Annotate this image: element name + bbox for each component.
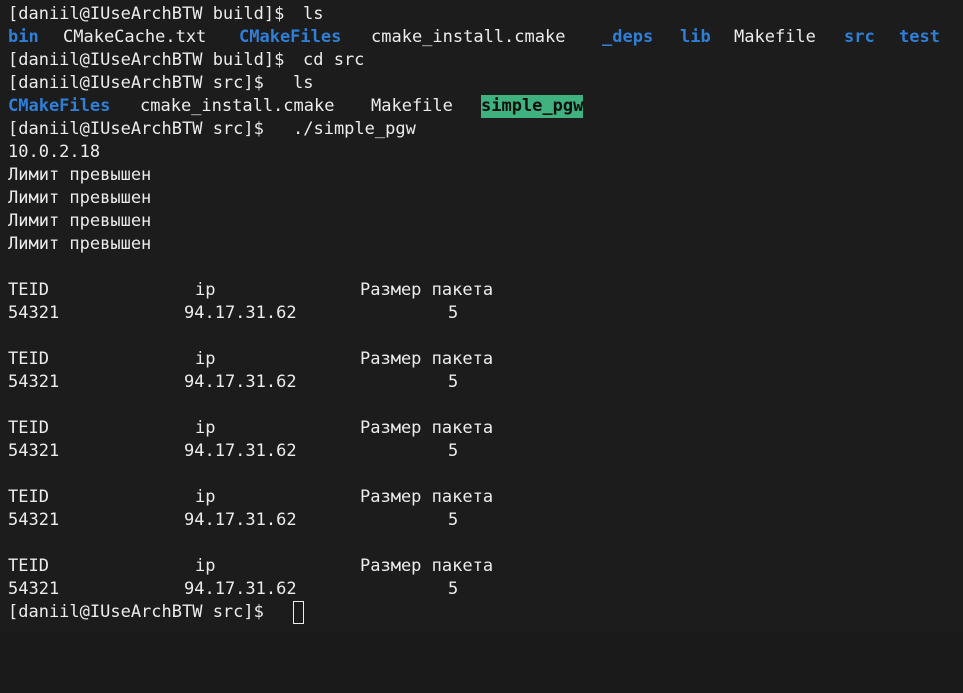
header-teid: TEID: [8, 487, 49, 507]
cell-ip: 94.17.31.62: [184, 579, 297, 599]
dir-entry: lib: [680, 27, 711, 47]
limit-message: Лимит превышен: [8, 234, 152, 254]
terminal-line: [daniil@IUseArchBTW build]$ ls: [8, 3, 963, 26]
cell-size: 5: [448, 441, 459, 461]
output-line: Лимит превышен: [8, 187, 963, 210]
header-ip: ip: [195, 487, 216, 507]
dir-entry: CMakeFiles: [239, 27, 342, 47]
cell-ip: 94.17.31.62: [184, 303, 297, 323]
header-teid: TEID: [8, 418, 49, 438]
header-size: Размер пакета: [360, 349, 494, 369]
cell-size: 5: [448, 510, 459, 530]
cell-teid: 54321: [8, 441, 60, 461]
file-entry: cmake_install.cmake: [140, 96, 335, 116]
cell-ip: 94.17.31.62: [184, 372, 297, 392]
text-cursor[interactable]: [293, 601, 304, 624]
cell-ip: 94.17.31.62: [184, 510, 297, 530]
cell-teid: 54321: [8, 303, 60, 323]
header-ip: ip: [195, 349, 216, 369]
command-text: cd src: [303, 50, 365, 70]
command-text: ls: [303, 4, 324, 24]
shell-prompt: [daniil@IUseArchBTW src]$: [8, 73, 264, 93]
header-teid: TEID: [8, 556, 49, 576]
cell-size: 5: [448, 372, 459, 392]
terminal-window[interactable]: [daniil@IUseArchBTW build]$ ls bin CMake…: [0, 0, 963, 631]
shell-prompt: [daniil@IUseArchBTW build]$: [8, 50, 285, 70]
file-entry: Makefile: [734, 27, 816, 47]
dir-entry: bin: [8, 27, 39, 47]
terminal-input-line[interactable]: [daniil@IUseArchBTW src]$: [8, 601, 963, 624]
header-ip: ip: [195, 418, 216, 438]
cell-size: 5: [448, 303, 459, 323]
table-header: TEID ip Размер пакета: [8, 279, 963, 302]
table-header: TEID ip Размер пакета: [8, 486, 963, 509]
ls-output-build: bin CMakeCache.txt CMakeFiles cmake_inst…: [8, 26, 963, 49]
output-line: Лимит превышен: [8, 233, 963, 256]
table-header: TEID ip Размер пакета: [8, 417, 963, 440]
output-line: Лимит превышен: [8, 210, 963, 233]
table-row: 54321 94.17.31.62 5: [8, 578, 963, 601]
cell-size: 5: [448, 579, 459, 599]
ls-output-src: CMakeFiles cmake_install.cmake Makefile …: [8, 95, 963, 118]
header-teid: TEID: [8, 280, 49, 300]
terminal-line: [daniil@IUseArchBTW src]$ ls: [8, 72, 963, 95]
header-size: Размер пакета: [360, 556, 494, 576]
shell-prompt: [daniil@IUseArchBTW src]$: [8, 602, 264, 622]
table-header: TEID ip Размер пакета: [8, 348, 963, 371]
table-row: 54321 94.17.31.62 5: [8, 302, 963, 325]
table-header: TEID ip Размер пакета: [8, 555, 963, 578]
terminal-line: [daniil@IUseArchBTW src]$ ./simple_pgw: [8, 118, 963, 141]
limit-message: Лимит превышен: [8, 211, 152, 231]
dir-entry: _deps: [602, 27, 654, 47]
shell-prompt: [daniil@IUseArchBTW src]$: [8, 119, 264, 139]
cell-ip: 94.17.31.62: [184, 441, 297, 461]
command-text: ./simple_pgw: [293, 119, 416, 139]
header-size: Размер пакета: [360, 280, 494, 300]
file-entry: CMakeCache.txt: [63, 27, 207, 47]
cell-teid: 54321: [8, 579, 60, 599]
table-row: 54321 94.17.31.62 5: [8, 440, 963, 463]
output-line: 10.0.2.18: [8, 141, 963, 164]
header-size: Размер пакета: [360, 487, 494, 507]
file-entry: Makefile: [371, 96, 453, 116]
dir-entry: src: [844, 27, 875, 47]
header-ip: ip: [195, 556, 216, 576]
dir-entry: test: [899, 27, 940, 47]
header-size: Размер пакета: [360, 418, 494, 438]
cell-teid: 54321: [8, 372, 60, 392]
file-entry: cmake_install.cmake: [371, 27, 566, 47]
table-row: 54321 94.17.31.62 5: [8, 509, 963, 532]
table-row: 54321 94.17.31.62 5: [8, 371, 963, 394]
limit-message: Лимит превышен: [8, 165, 152, 185]
output-line: Лимит превышен: [8, 164, 963, 187]
cell-teid: 54321: [8, 510, 60, 530]
header-ip: ip: [195, 280, 216, 300]
terminal-line: [daniil@IUseArchBTW build]$ cd src: [8, 49, 963, 72]
executable-entry: simple_pgw: [481, 95, 584, 118]
limit-message: Лимит превышен: [8, 188, 152, 208]
command-text: ls: [293, 73, 314, 93]
output-ip: 10.0.2.18: [8, 142, 101, 162]
dir-entry: CMakeFiles: [8, 96, 111, 116]
shell-prompt: [daniil@IUseArchBTW build]$: [8, 4, 285, 24]
header-teid: TEID: [8, 349, 49, 369]
